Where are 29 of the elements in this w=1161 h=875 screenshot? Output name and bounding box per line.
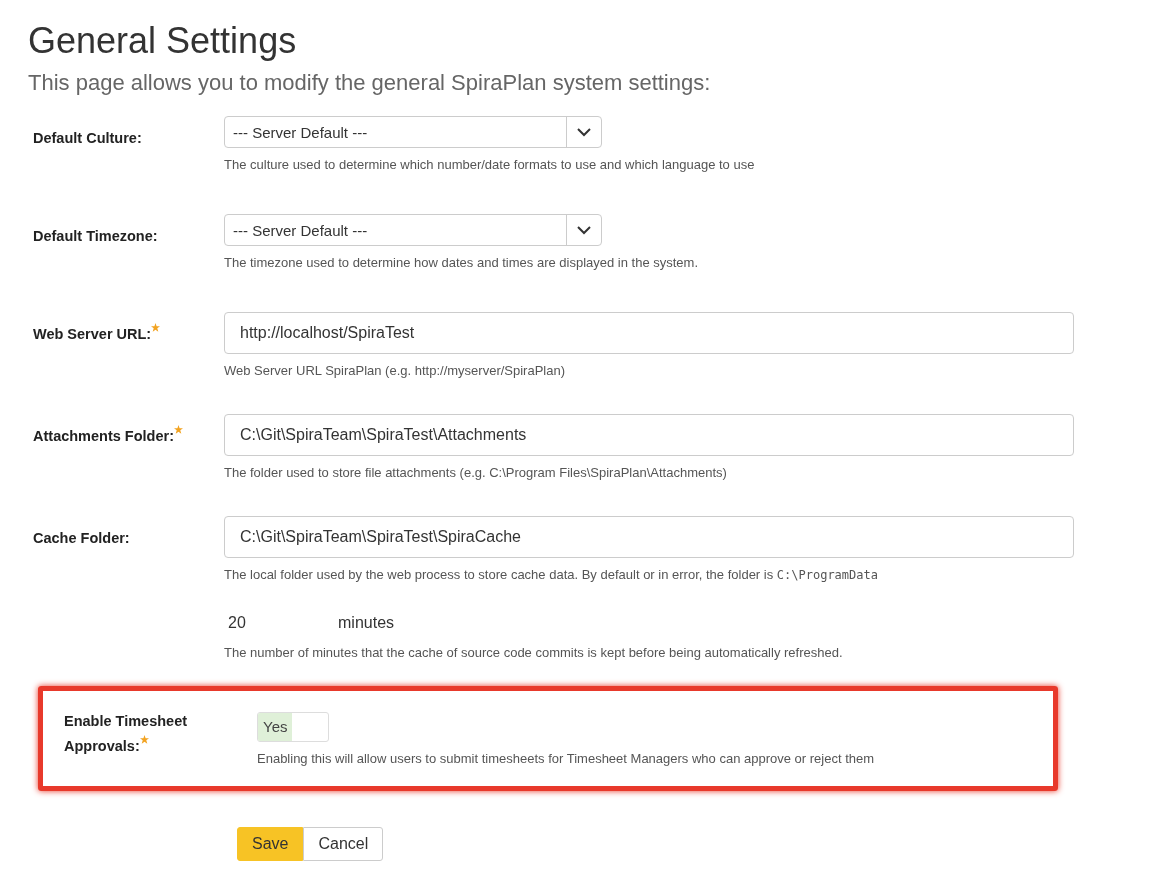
save-button[interactable]: Save bbox=[237, 827, 304, 861]
field-label: Attachments Folder: bbox=[33, 428, 183, 444]
required-star-icon bbox=[151, 323, 161, 332]
dropdown-field[interactable]: --- Server Default --- bbox=[224, 214, 602, 246]
field-hint: The culture used to determine which number/date formats to use and which language to use bbox=[224, 157, 756, 172]
field-hint: The timezone used to determine how dates and times are displayed in the system. bbox=[224, 255, 700, 270]
chevron-down-icon bbox=[577, 127, 591, 137]
field-hint: Web Server URL SpiraPlan (e.g. http://myserver/SpiraPlan) bbox=[224, 363, 567, 378]
field-label: Default Timezone: bbox=[33, 228, 158, 244]
field-label: Web Server URL: bbox=[33, 326, 161, 342]
field-label: Enable Timesheet Approvals: bbox=[64, 713, 188, 754]
field-hint: The local folder used by the web process to store cache data. By default or in error, the folder is C:\ProgramData bbox=[224, 567, 879, 582]
field-hint: Enabling this will allow users to submit timesheets for Timesheet Managers who can approve or reject them bbox=[257, 751, 876, 766]
required-star-icon bbox=[139, 735, 149, 744]
text-field[interactable]: C:\Git\SpiraTeam\SpiraTest\Attachments bbox=[224, 414, 1074, 456]
required-star-icon bbox=[174, 425, 183, 434]
field-label: Cache Folder: bbox=[33, 530, 130, 546]
page-title: General Settings bbox=[28, 20, 298, 62]
field-hint: The folder used to store file attachments (e.g. C:\Program Files\SpiraPlan\Attachments) bbox=[224, 465, 728, 480]
page-subtitle: This page allows you to modify the general SpiraPlan system settings: bbox=[28, 70, 712, 96]
unit-label: minutes bbox=[338, 614, 395, 632]
dropdown-field[interactable]: --- Server Default --- bbox=[224, 116, 602, 148]
toggle-switch[interactable]: Yes bbox=[258, 713, 293, 741]
text-field[interactable]: http://localhost/SpiraTest bbox=[224, 312, 1074, 354]
field-label: Default Culture: bbox=[33, 130, 142, 146]
text-field[interactable]: C:\Git\SpiraTeam\SpiraTest\SpiraCache bbox=[224, 516, 1074, 558]
cancel-button[interactable]: Cancel bbox=[303, 827, 384, 861]
chevron-down-icon bbox=[577, 225, 591, 235]
field-hint: The number of minutes that the cache of source code commits is kept before being automatically refreshed. bbox=[224, 645, 844, 660]
